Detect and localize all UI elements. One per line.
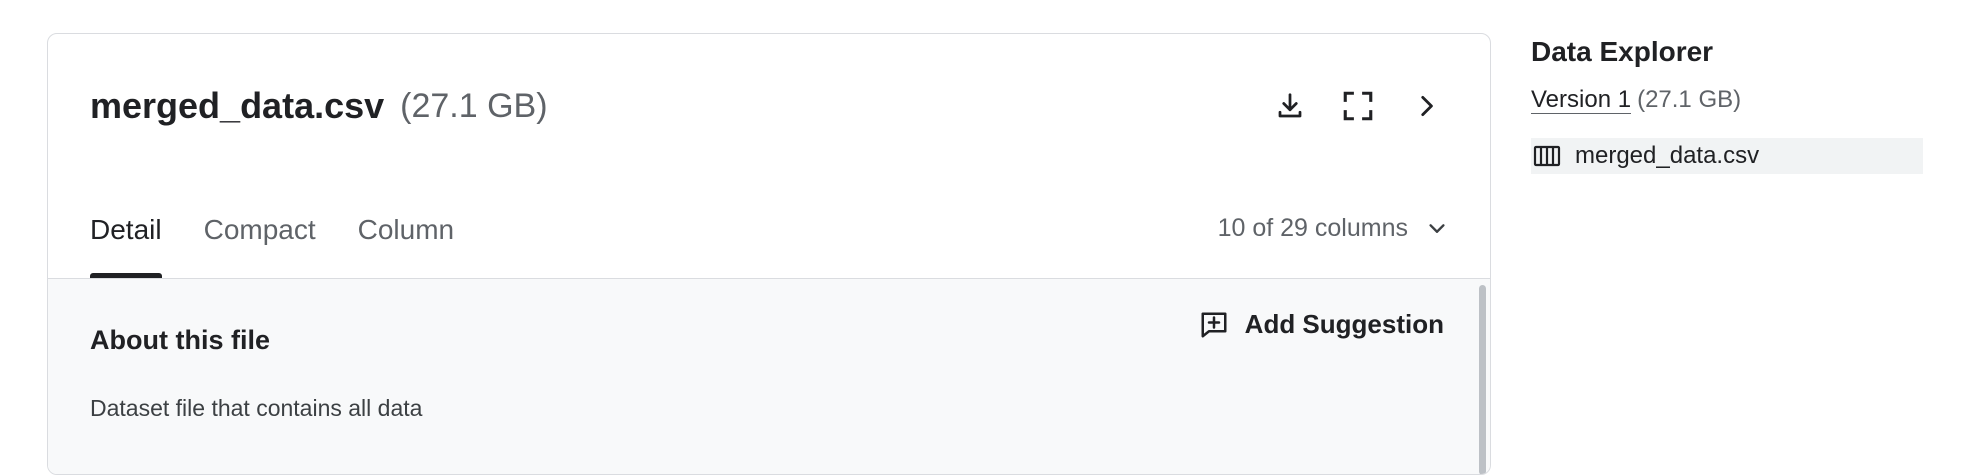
file-header: merged_data.csv (27.1 GB) [90, 76, 1448, 136]
version-row: Version 1 (27.1 GB) [1531, 86, 1923, 114]
header-actions [1268, 84, 1448, 128]
file-size: (27.1 GB) [400, 86, 548, 125]
tab-column[interactable]: Column [358, 184, 454, 278]
data-explorer-panel: Data Explorer Version 1 (27.1 GB) merged_… [1531, 33, 1923, 174]
data-explorer-title: Data Explorer [1531, 36, 1714, 67]
tab-compact[interactable]: Compact [204, 184, 316, 278]
version-link[interactable]: Version 1 [1531, 86, 1632, 114]
download-button[interactable] [1268, 84, 1312, 128]
about-description: Dataset file that contains all data [90, 395, 423, 421]
chevron-right-icon [1421, 95, 1433, 117]
add-suggestion-button[interactable]: Add Suggestion [1199, 309, 1444, 340]
columns-count-label: 10 of 29 columns [1217, 214, 1408, 242]
tab-detail[interactable]: Detail [90, 184, 162, 278]
table-columns-icon [1533, 145, 1561, 167]
chevron-down-icon [1429, 223, 1445, 233]
sidebar-file-item[interactable]: merged_data.csv [1531, 138, 1923, 174]
fullscreen-button[interactable] [1336, 84, 1380, 128]
file-content-area: About this file Add Suggestion Dataset f… [48, 279, 1490, 474]
comment-add-icon [1201, 312, 1227, 337]
version-size: (27.1 GB) [1637, 86, 1742, 113]
next-button[interactable] [1404, 84, 1448, 128]
columns-dropdown[interactable]: 10 of 29 columns [1218, 214, 1448, 243]
download-icon [1278, 93, 1302, 118]
content-scrollbar[interactable] [1479, 285, 1486, 474]
sidebar-file-name: merged_data.csv [1575, 142, 1760, 169]
fullscreen-icon [1343, 91, 1373, 121]
file-name: merged_data.csv [90, 85, 385, 126]
file-preview-card: merged_data.csv (27.1 GB) Detail Compact [47, 33, 1491, 475]
view-tabs: Detail Compact Column 10 of 29 columns [90, 184, 1448, 278]
about-title: About this file [90, 325, 270, 355]
add-suggestion-label: Add Suggestion [1244, 309, 1444, 339]
